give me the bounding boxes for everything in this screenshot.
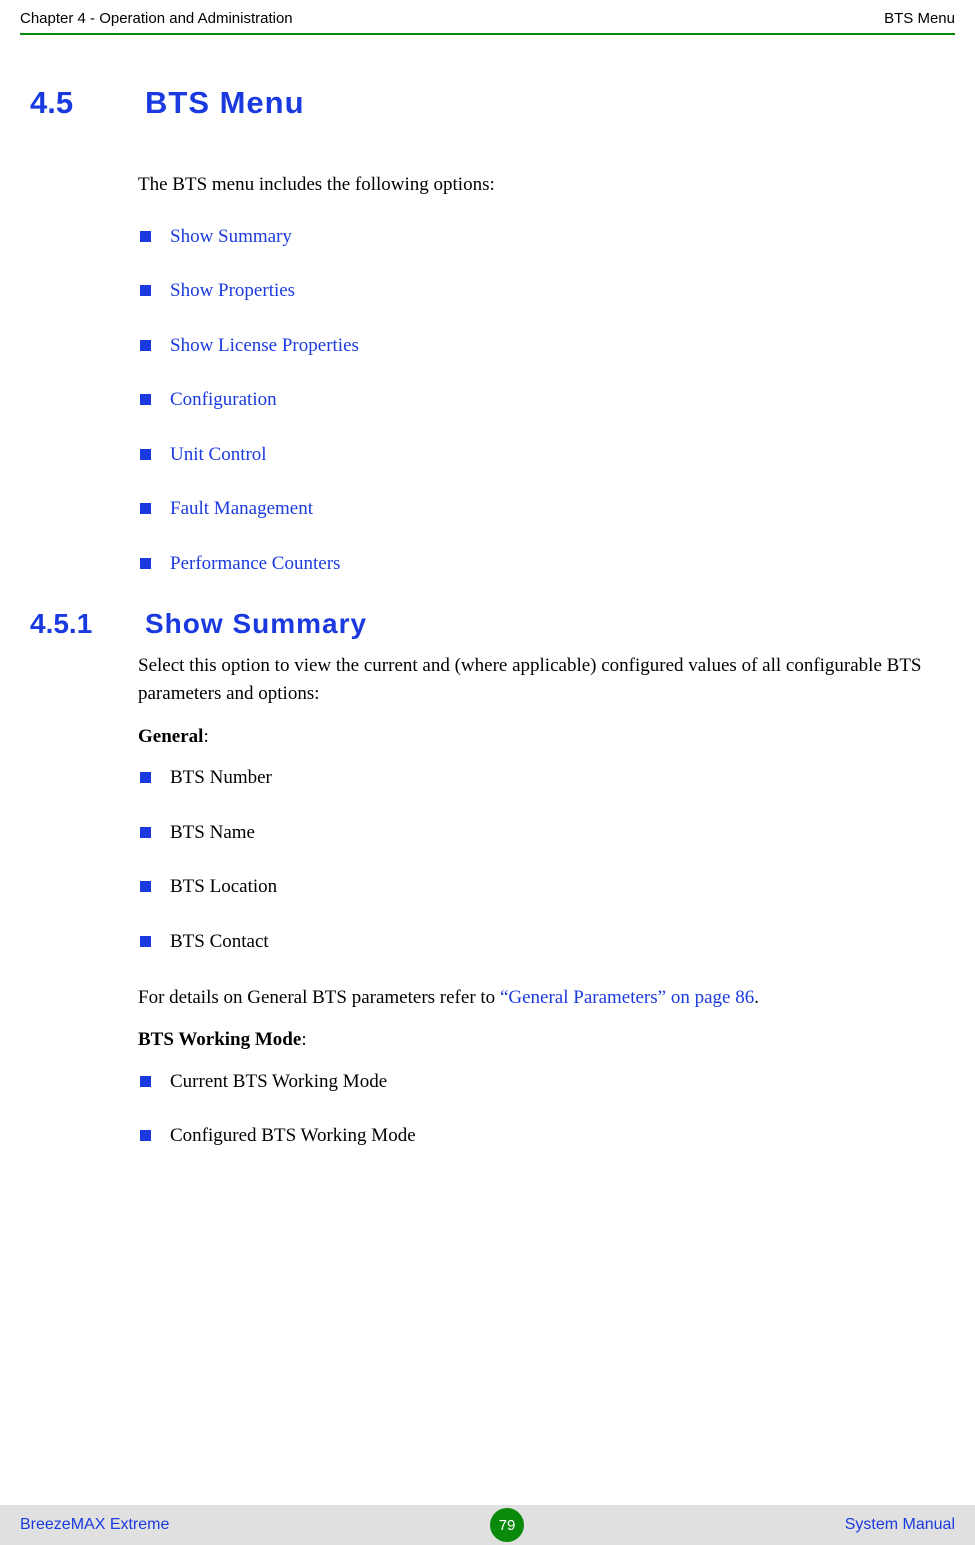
- intro-paragraph: The BTS menu includes the following opti…: [138, 171, 945, 200]
- general-detail-paragraph: For details on General BTS parameters re…: [138, 984, 945, 1013]
- general-label: General: [138, 726, 203, 747]
- menu-option-link[interactable]: Unit Control: [170, 444, 267, 465]
- list-item: Current BTS Working Mode: [138, 1069, 945, 1096]
- menu-option-link[interactable]: Show License Properties: [170, 335, 359, 356]
- working-mode-items-list: Current BTS Working Mode Configured BTS …: [138, 1069, 945, 1150]
- list-item: Configuration: [138, 387, 945, 414]
- general-detail-suffix: .: [754, 987, 759, 1008]
- menu-options-list: Show Summary Show Properties Show Licens…: [138, 224, 945, 578]
- section-number: 4.5: [30, 85, 105, 121]
- header-left: Chapter 4 - Operation and Administration: [20, 10, 293, 27]
- menu-option-link[interactable]: Configuration: [170, 389, 277, 410]
- section-title: BTS Menu: [145, 85, 305, 121]
- menu-option-link[interactable]: Fault Management: [170, 498, 313, 519]
- footer-right: System Manual: [845, 1516, 955, 1534]
- list-item: Fault Management: [138, 496, 945, 523]
- working-mode-label: BTS Working Mode: [138, 1029, 301, 1050]
- subsection-intro: Select this option to view the current a…: [138, 652, 945, 709]
- subsection-number: 4.5.1: [30, 608, 105, 640]
- working-mode-heading: BTS Working Mode:: [138, 1026, 945, 1055]
- list-item: Show Properties: [138, 278, 945, 305]
- subsection-heading: 4.5.1 Show Summary: [30, 608, 945, 640]
- page-footer: BreezeMAX Extreme 79 System Manual: [0, 1505, 975, 1545]
- list-item: Configured BTS Working Mode: [138, 1123, 945, 1150]
- content-area: 4.5 BTS Menu The BTS menu includes the f…: [0, 35, 975, 1150]
- list-item: BTS Location: [138, 874, 945, 901]
- list-item: BTS Number: [138, 765, 945, 792]
- page-header: Chapter 4 - Operation and Administration…: [0, 0, 975, 33]
- section-heading: 4.5 BTS Menu: [30, 85, 945, 121]
- general-detail-prefix: For details on General BTS parameters re…: [138, 987, 500, 1008]
- menu-option-link[interactable]: Performance Counters: [170, 553, 340, 574]
- list-item: Unit Control: [138, 442, 945, 469]
- list-item: BTS Contact: [138, 929, 945, 956]
- list-item: Show Summary: [138, 224, 945, 251]
- general-items-list: BTS Number BTS Name BTS Location BTS Con…: [138, 765, 945, 955]
- list-item: Performance Counters: [138, 551, 945, 578]
- menu-option-link[interactable]: Show Summary: [170, 226, 292, 247]
- cross-reference-link[interactable]: “General Parameters” on page 86: [500, 987, 754, 1008]
- header-right: BTS Menu: [884, 10, 955, 27]
- list-item: BTS Name: [138, 820, 945, 847]
- list-item: Show License Properties: [138, 333, 945, 360]
- section-body: The BTS menu includes the following opti…: [138, 171, 945, 578]
- subsection-body: Select this option to view the current a…: [138, 652, 945, 1150]
- page-number-badge: 79: [490, 1508, 524, 1542]
- subsection-title: Show Summary: [145, 608, 367, 640]
- general-heading: General:: [138, 723, 945, 752]
- footer-left: BreezeMAX Extreme: [20, 1516, 169, 1534]
- menu-option-link[interactable]: Show Properties: [170, 280, 295, 301]
